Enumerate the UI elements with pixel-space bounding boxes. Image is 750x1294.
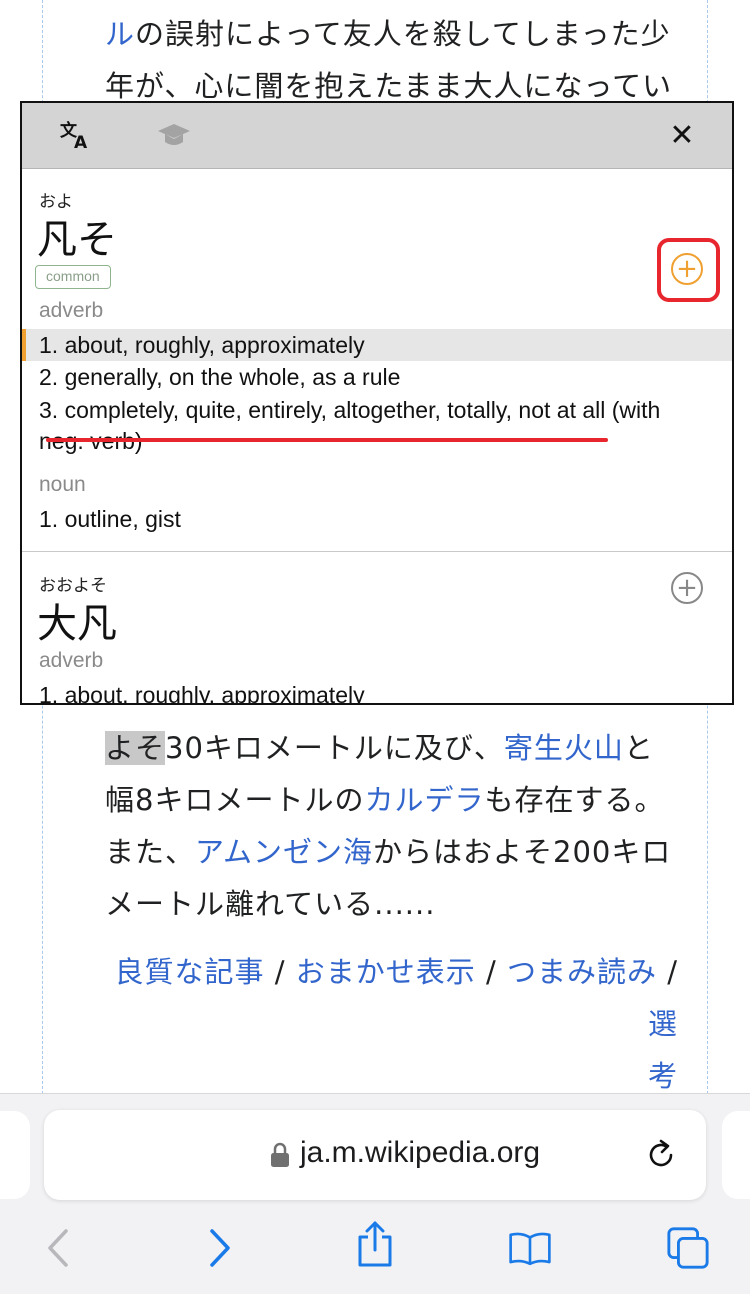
- graduation-cap-icon[interactable]: [154, 115, 194, 155]
- separator: /: [264, 955, 296, 989]
- share-icon[interactable]: [353, 1221, 397, 1267]
- annotation-underline: [46, 438, 608, 442]
- article-line: 年が、心に闇を抱えたまま大人になってい: [105, 69, 673, 103]
- bookmarks-icon[interactable]: [508, 1226, 552, 1270]
- dictionary-entry: おおよそ 大凡 + adverb 1. about, roughly, appr…: [22, 553, 732, 703]
- tabs-icon[interactable]: [666, 1226, 710, 1270]
- article-link-amundsen-sea[interactable]: アムンゼン海: [195, 835, 373, 869]
- article-line: 30キロメートルに及び、: [165, 731, 504, 765]
- footer-link-selection-cont[interactable]: 考: [648, 1059, 678, 1093]
- article-line: 幅8キロメートルの: [105, 783, 365, 817]
- translate-icon[interactable]: 文 A: [56, 115, 96, 155]
- dictionary-popup: 文 A ✕ およ 凡そ + common adverb 1. about, ro…: [20, 101, 734, 705]
- separator: /: [475, 955, 507, 989]
- article-line: も存在する。: [484, 783, 665, 817]
- entry-headword: 大凡: [37, 601, 117, 647]
- article-line: メートル離れている......: [105, 887, 436, 921]
- article-line: また、: [105, 835, 196, 869]
- browser-toolbar: ja.m.wikipedia.org: [0, 1093, 750, 1294]
- footer-link-selection[interactable]: 選: [648, 1007, 678, 1041]
- sense[interactable]: 2. generally, on the whole, as a rule: [39, 363, 702, 391]
- article-footer-links: 良質な記事 / おまかせ表示 / つまみ読み / 選 考: [88, 946, 678, 1102]
- part-of-speech: noun: [39, 473, 86, 496]
- back-icon[interactable]: [36, 1226, 80, 1270]
- lock-icon: [271, 1142, 289, 1167]
- part-of-speech: adverb: [39, 299, 104, 322]
- article-link-kisei-kazan[interactable]: 寄生火山: [504, 731, 624, 765]
- selected-word[interactable]: よそ: [105, 731, 166, 765]
- article-line: と: [623, 731, 654, 765]
- sense[interactable]: 1. outline, gist: [39, 504, 702, 535]
- article-link[interactable]: ル: [105, 17, 135, 51]
- common-tag: common: [35, 265, 111, 289]
- address-bar[interactable]: ja.m.wikipedia.org: [44, 1110, 706, 1200]
- article-text-bottom: よそ30キロメートルに及び、寄生火山と 幅8キロメートルのカルデラも存在する。 …: [105, 722, 680, 930]
- dictionary-entry: およ 凡そ + common adverb 1. about, roughly,…: [22, 169, 732, 552]
- footer-link-good-articles[interactable]: 良質な記事: [115, 955, 265, 989]
- article-line: の誤射によって友人を殺してしまった少: [135, 17, 671, 51]
- sense[interactable]: 1. about, roughly, approximately: [39, 680, 702, 703]
- add-button-highlight-marker: [657, 238, 720, 302]
- svg-text:A: A: [74, 133, 88, 150]
- entry-headword: 凡そ: [37, 217, 117, 263]
- sense[interactable]: 3. completely, quite, entirely, altogeth…: [39, 395, 702, 457]
- reload-icon[interactable]: [642, 1136, 680, 1174]
- article-link-caldera[interactable]: カルデラ: [364, 783, 484, 817]
- popup-toolbar: 文 A ✕: [22, 103, 732, 169]
- separator: /: [657, 955, 678, 989]
- part-of-speech: adverb: [39, 649, 104, 672]
- forward-icon[interactable]: [198, 1226, 242, 1270]
- footer-link-skim[interactable]: つまみ読み: [507, 955, 657, 989]
- next-tab-peek[interactable]: [722, 1111, 750, 1199]
- add-to-deck-button[interactable]: +: [671, 572, 703, 604]
- url-text: ja.m.wikipedia.org: [300, 1136, 541, 1169]
- footer-link-random[interactable]: おまかせ表示: [296, 955, 476, 989]
- previous-tab-peek[interactable]: [0, 1111, 30, 1199]
- close-icon[interactable]: ✕: [662, 115, 702, 155]
- article-line: からはおよそ200キロ: [373, 835, 672, 869]
- sense[interactable]: 1. about, roughly, approximately: [39, 330, 702, 361]
- article-text-top: ルの誤射によって友人を殺してしまった少 年が、心に闇を抱えたまま大人になってい: [105, 8, 680, 112]
